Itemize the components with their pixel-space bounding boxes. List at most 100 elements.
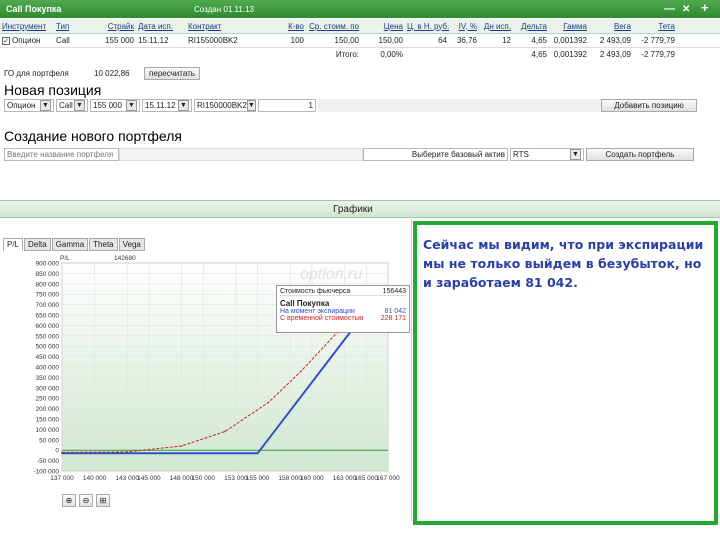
chevron-down-icon[interactable]: ▼ [246,99,256,111]
total-vega: 2 493,09 [599,50,631,59]
new-portfolio-row: Введите название портфеля Выберите базов… [4,147,694,161]
x-tick-label: 160 000 [300,475,324,482]
zoom-in-icon[interactable]: ⊕ [62,494,76,507]
table-row[interactable]: ✓ Опцион Call 155 000 15.11.12 RI155000B… [0,34,720,48]
chevron-down-icon[interactable]: ▼ [40,99,51,111]
contract-select-value: RI150000BK2 [197,100,247,110]
kind-select[interactable]: Call ▼ [56,98,88,112]
instrument-value: Опцион [12,36,41,45]
y-tick-label: -50 000 [37,458,59,465]
row-theta: -2 779,79 [641,36,675,45]
y-tick-label: 900 000 [36,261,60,268]
header-price[interactable]: Цена [361,22,405,31]
header-days[interactable]: Дн исп. [479,22,513,31]
pl-chart[interactable]: -100 000-50 000050 000100 000150 000200 … [0,219,412,521]
quantity-input[interactable]: 1 [258,98,316,112]
charts-header: Графики [0,200,720,218]
y-tick-label: 150 000 [36,417,60,424]
header-strike[interactable]: Страйк [94,22,136,31]
chevron-down-icon[interactable]: ▼ [570,148,581,160]
strike-select-value: 155 000 [93,100,122,110]
x-tick-label: 158 000 [278,475,302,482]
chart-top-right-label: 142680 [114,255,136,262]
strike-select[interactable]: 155 000 ▼ [90,98,140,112]
x-tick-label: 148 000 [170,475,194,482]
y-tick-label: 50 000 [39,437,59,444]
charts-title: Графики [333,204,373,215]
header-type[interactable]: Тип [54,22,94,31]
row-delta: 4,65 [531,36,547,45]
annotation-box: Сейчас мы видим, что при экспирации мы н… [413,221,718,525]
series-time-value-point [300,370,302,372]
row-price: 150,00 [378,36,403,45]
y-tick-label: 0 [55,448,59,455]
header-vega[interactable]: Вега [589,22,633,31]
chart-watermark: option.ru [300,266,362,283]
header-delta[interactable]: Дельта [513,22,549,31]
zoom-out-icon[interactable]: ⊖ [79,494,93,507]
asset-select-value: RTS [513,149,529,159]
row-vega: 2 493,09 [599,36,631,45]
header-avg-price[interactable]: Ср. стоим. по [306,22,361,31]
contract-select[interactable]: RI150000BK2 ▼ [194,98,256,112]
series-time-value-point [126,451,128,453]
recalculate-button[interactable]: пересчитать [144,66,200,80]
tooltip-title: Call Покупка [280,299,330,308]
header-instrument[interactable]: Инструмент [0,22,54,31]
create-portfolio-button[interactable]: Создать портфель [586,147,694,161]
row-type: Call [56,36,70,45]
tooltip-time-value: 228 171 [380,315,406,322]
y-tick-label: 250 000 [36,396,60,403]
kind-select-value: Call [59,100,73,110]
header-theta[interactable]: Тета [633,22,677,31]
add-icon[interactable]: + [701,0,709,15]
chart-tooltip: Стоимость фьючерса 156443 Call Покупка Н… [276,285,410,333]
row-instrument[interactable]: ✓ Опцион [0,36,54,45]
close-icon[interactable]: ✕ [682,4,690,15]
header-contract[interactable]: Контракт [186,22,256,31]
y-tick-label: 300 000 [36,385,60,392]
y-tick-label: 700 000 [36,302,60,309]
chart-panel: P/L Delta Gamma Theta Vega -100 000 -50 0… [0,219,412,521]
row-strike: 155 000 [105,36,134,45]
minimize-icon[interactable]: — [664,3,675,15]
asset-select[interactable]: RTS ▼ [510,147,584,161]
go-value: 10 022,86 [94,68,130,78]
chevron-down-icon[interactable]: ▼ [178,99,189,111]
x-tick-label: 165 000 [355,475,379,482]
add-position-button[interactable]: Добавить позицию [601,98,697,112]
asset-label: Выберите базовый актив [363,147,508,161]
y-tick-label: 400 000 [36,365,60,372]
new-position-spacer [318,98,601,112]
header-qty[interactable]: К-во [256,22,306,31]
row-iv: 36,76 [456,36,477,45]
new-portfolio-title: Создание нового портфеля [4,128,182,144]
type-select[interactable]: Опцион ▼ [4,98,54,112]
y-tick-label: 450 000 [36,354,60,361]
y-tick-label: 750 000 [36,292,60,299]
tooltip-time-row: С временной стоимостью 228 171 [280,315,406,322]
series-expiry-point [256,452,259,455]
header-gamma[interactable]: Гамма [549,22,589,31]
go-row: ГО для портфеля 10 022,86 пересчитать [4,66,200,80]
header-iv[interactable]: IV, % [449,22,479,31]
x-tick-label: 153 000 [224,475,248,482]
table-header: Инструмент Тип Страйк Дата исп. Контракт… [0,19,720,34]
tooltip-futures-value: 156443 [382,288,406,295]
chart-top-left-label: P/L [60,255,70,262]
new-position-row: Опцион ▼ Call ▼ 155 000 ▼ 15.11.12 ▼ RI15000… [4,98,697,112]
y-tick-label: 350 000 [36,375,60,382]
header-price-rub[interactable]: Ц. в Н. руб. [405,22,449,31]
chevron-down-icon[interactable]: ▼ [126,99,137,111]
top-bar: Call Покупка Создан 01.11.13 — ✕ + [0,0,720,18]
zoom-reset-icon[interactable]: ⊞ [96,494,110,507]
date-select[interactable]: 15.11.12 ▼ [142,98,192,112]
total-theta: -2 779,79 [641,50,675,59]
positions-table: Инструмент Тип Страйк Дата исп. Контракт… [0,19,720,61]
header-date[interactable]: Дата исп. [136,22,186,31]
portfolio-name-input[interactable]: Введите название портфеля [4,147,119,161]
series-time-value-point [267,401,270,404]
checkbox[interactable]: ✓ [2,36,10,45]
chevron-down-icon[interactable]: ▼ [74,99,85,111]
y-tick-label: 600 000 [36,323,60,330]
